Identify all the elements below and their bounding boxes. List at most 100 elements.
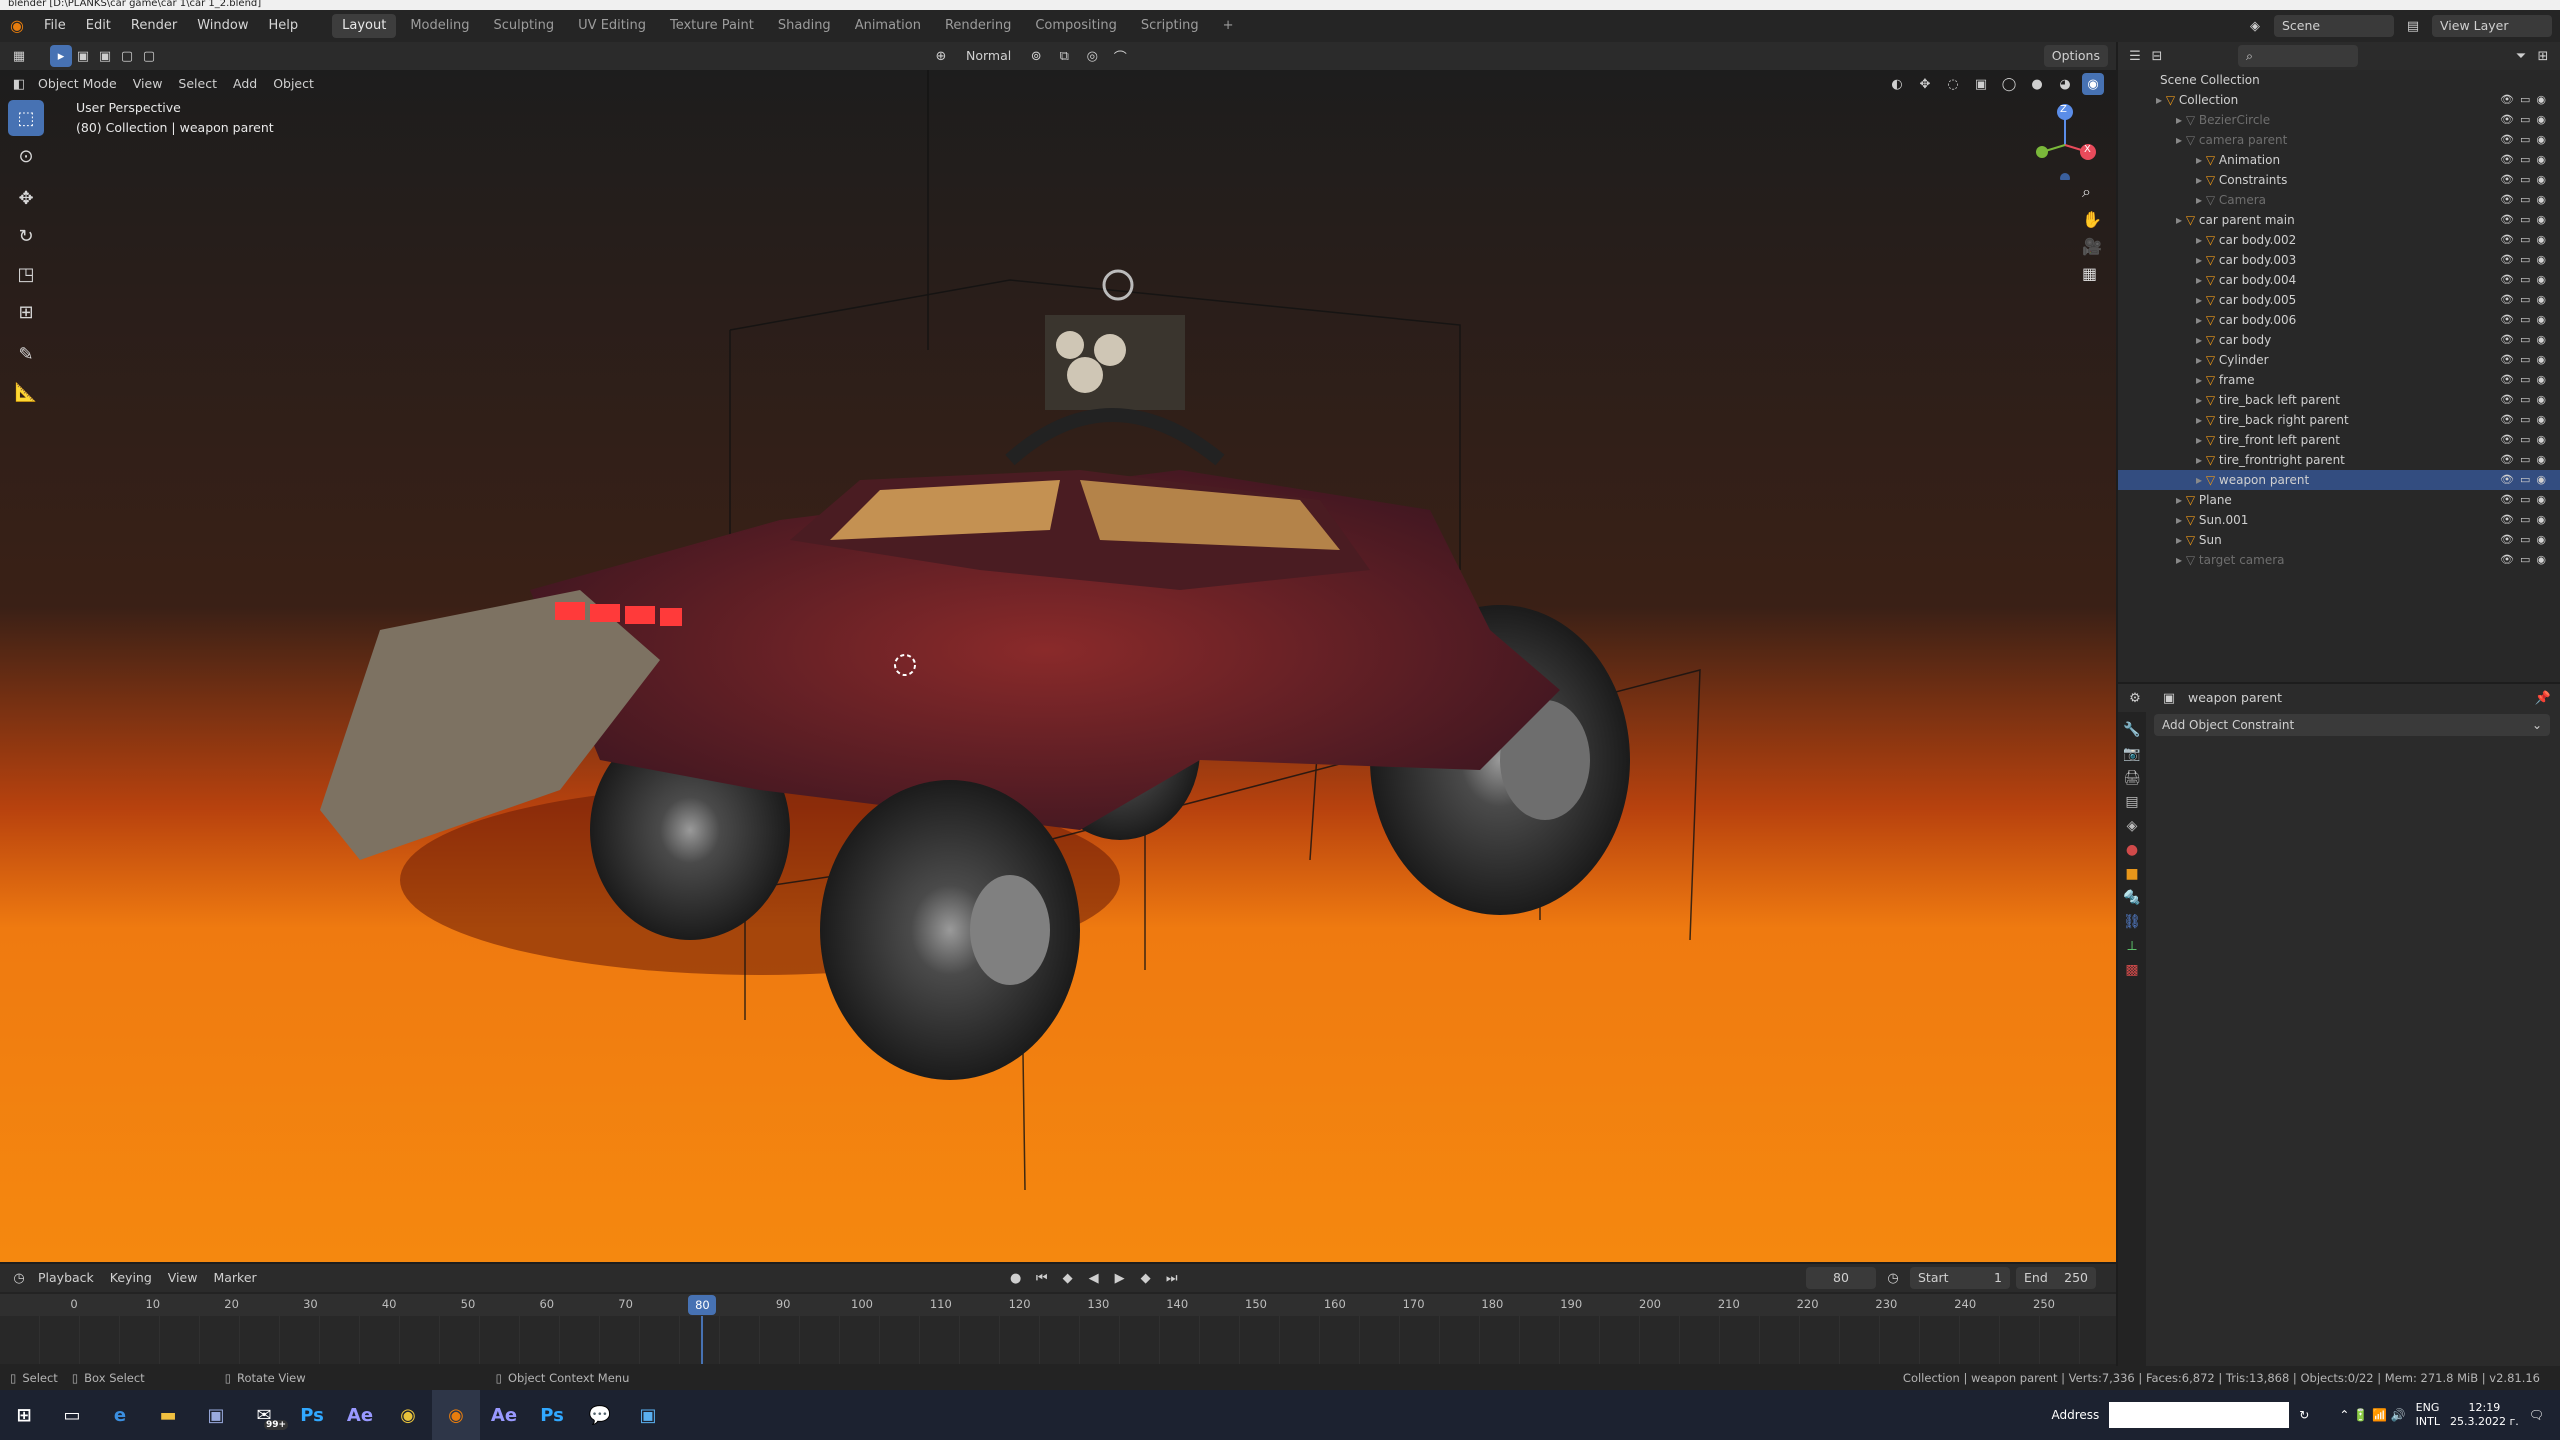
zoom-icon[interactable]: ⌕ bbox=[2082, 182, 2102, 202]
visibility-toggle-icons[interactable]: 👁▭◉ bbox=[2500, 230, 2552, 250]
pin-icon[interactable]: 📌 bbox=[2532, 687, 2554, 709]
outliner-row[interactable]: ▸ ▽ weapon parent 👁▭◉ bbox=[2118, 470, 2560, 490]
scene-tab-icon[interactable]: ◈ bbox=[2127, 818, 2138, 834]
camera-view-icon[interactable]: 🎥 bbox=[2082, 237, 2102, 256]
visibility-toggle-icons[interactable]: 👁▭◉ bbox=[2500, 330, 2552, 350]
expand-arrow-icon[interactable]: ▸ bbox=[2176, 493, 2186, 507]
orientation-dropdown[interactable]: Normal bbox=[958, 45, 1019, 67]
expand-arrow-icon[interactable]: ▸ bbox=[2196, 313, 2206, 327]
outliner-row[interactable]: ▸ ▽ Cylinder 👁▭◉ bbox=[2118, 350, 2560, 370]
outliner-row[interactable]: ▸ ▽ target camera 👁▭◉ bbox=[2118, 550, 2560, 570]
blender-taskbar-icon[interactable]: ◉ bbox=[432, 1390, 480, 1440]
timeline-view-menu[interactable]: View bbox=[160, 1267, 206, 1289]
expand-arrow-icon[interactable]: ▸ bbox=[2196, 453, 2206, 467]
refresh-icon[interactable]: ↻ bbox=[2299, 1408, 2309, 1422]
visibility-toggle-icons[interactable]: 👁▭◉ bbox=[2500, 250, 2552, 270]
outliner-row[interactable]: ▸ ▽ Sun.001 👁▭◉ bbox=[2118, 510, 2560, 530]
material-shading-icon[interactable]: ◕ bbox=[2054, 73, 2076, 95]
tool-tab-icon[interactable]: 🔧 bbox=[2123, 722, 2140, 738]
outliner-row[interactable]: ▸ ▽ car parent main 👁▭◉ bbox=[2118, 210, 2560, 230]
visibility-toggle-icons[interactable]: 👁▭◉ bbox=[2500, 450, 2552, 470]
expand-arrow-icon[interactable]: ▸ bbox=[2176, 133, 2186, 147]
visibility-toggle-icons[interactable]: 👁▭◉ bbox=[2500, 350, 2552, 370]
visibility-toggle-icons[interactable]: 👁▭◉ bbox=[2500, 150, 2552, 170]
visibility-toggle-icons[interactable]: 👁▭◉ bbox=[2500, 310, 2552, 330]
select-extend-icon[interactable]: ▣ bbox=[94, 45, 116, 67]
object-menu[interactable]: Object bbox=[265, 73, 322, 95]
jump-end-icon[interactable]: ⏭ bbox=[1161, 1267, 1183, 1289]
timeline-editor-icon[interactable]: ◷ bbox=[8, 1267, 30, 1289]
expand-arrow-icon[interactable]: ▸ bbox=[2176, 113, 2186, 127]
scale-tool-icon[interactable]: ◳ bbox=[8, 256, 44, 292]
pan-hand-icon[interactable]: ✋ bbox=[2082, 210, 2102, 229]
visibility-toggle-icons[interactable]: 👁▭◉ bbox=[2500, 190, 2552, 210]
expand-arrow-icon[interactable]: ▸ bbox=[2176, 513, 2186, 527]
select-invert-icon[interactable]: ▢ bbox=[138, 45, 160, 67]
falloff-icon[interactable]: ⌒ bbox=[1109, 45, 1131, 67]
play-reverse-icon[interactable]: ◀ bbox=[1083, 1267, 1105, 1289]
render-tab-icon[interactable]: 📷 bbox=[2123, 746, 2140, 762]
options-dropdown[interactable]: Options bbox=[2043, 45, 2108, 67]
language-indicator[interactable]: ENG INTL bbox=[2416, 1401, 2440, 1429]
marker-menu[interactable]: Marker bbox=[205, 1267, 264, 1289]
outliner-row[interactable]: ▸ ▽ Camera 👁▭◉ bbox=[2118, 190, 2560, 210]
tab-animation[interactable]: Animation bbox=[845, 14, 931, 38]
after-effects-2-icon[interactable]: Ae bbox=[480, 1390, 528, 1440]
start-frame-field[interactable]: Start 1 bbox=[1910, 1267, 2010, 1289]
outliner-row[interactable]: ▸ ▽ car body.002 👁▭◉ bbox=[2118, 230, 2560, 250]
tab-uv-editing[interactable]: UV Editing bbox=[568, 14, 656, 38]
data-tab-icon[interactable]: ⟂ bbox=[2127, 938, 2136, 954]
menu-window[interactable]: Window bbox=[187, 10, 258, 42]
wireframe-shading-icon[interactable]: ◯ bbox=[1998, 73, 2020, 95]
keying-menu[interactable]: Keying bbox=[102, 1267, 160, 1289]
visibility-toggle-icons[interactable]: 👁▭◉ bbox=[2500, 390, 2552, 410]
filter-icon[interactable]: ⏷ bbox=[2510, 45, 2532, 67]
prev-key-icon[interactable]: ◆ bbox=[1057, 1267, 1079, 1289]
expand-arrow-icon[interactable]: ▸ bbox=[2196, 373, 2206, 387]
expand-arrow-icon[interactable]: ▸ bbox=[2176, 533, 2186, 547]
scene-collection-row[interactable]: Scene Collection bbox=[2118, 70, 2560, 90]
blender-logo-icon[interactable]: ◉ bbox=[0, 10, 34, 42]
outliner-row[interactable]: ▸ ▽ Constraints 👁▭◉ bbox=[2118, 170, 2560, 190]
texture-tab-icon[interactable]: ▩ bbox=[2125, 962, 2138, 978]
tab-compositing[interactable]: Compositing bbox=[1025, 14, 1127, 38]
outliner-row[interactable]: ▸ ▽ Sun 👁▭◉ bbox=[2118, 530, 2560, 550]
expand-arrow-icon[interactable]: ▸ bbox=[2196, 253, 2206, 267]
expand-arrow-icon[interactable]: ▸ bbox=[2176, 553, 2186, 567]
object-tab-icon[interactable]: ■ bbox=[2125, 866, 2138, 882]
solid-shading-icon[interactable]: ● bbox=[2026, 73, 2048, 95]
outliner-row[interactable]: ▸ ▽ tire_front left parent 👁▭◉ bbox=[2118, 430, 2560, 450]
playhead-marker[interactable]: 80 bbox=[688, 1295, 717, 1315]
outliner-row[interactable]: ▸ ▽ car body.003 👁▭◉ bbox=[2118, 250, 2560, 270]
visibility-toggle-icons[interactable]: 👁▭◉ bbox=[2500, 370, 2552, 390]
add-menu[interactable]: Add bbox=[225, 73, 265, 95]
chrome-icon[interactable]: ◉ bbox=[384, 1390, 432, 1440]
outliner-row[interactable]: ▸ ▽ camera parent 👁▭◉ bbox=[2118, 130, 2560, 150]
outliner-row[interactable]: ▸ ▽ car body.006 👁▭◉ bbox=[2118, 310, 2560, 330]
annotate-tool-icon[interactable]: ✎ bbox=[8, 336, 44, 372]
cursor-tool-icon[interactable]: ⊙ bbox=[8, 138, 44, 174]
select-mode-icon[interactable]: ▸ bbox=[50, 45, 72, 67]
visibility-toggle-icons[interactable]: 👁▭◉ bbox=[2500, 270, 2552, 290]
menu-render[interactable]: Render bbox=[121, 10, 187, 42]
constraint-tab-icon[interactable]: ⛓ bbox=[2123, 914, 2141, 930]
world-tab-icon[interactable]: ● bbox=[2126, 842, 2138, 858]
select-tool-icon[interactable]: ⬚ bbox=[8, 100, 44, 136]
file-explorer-icon[interactable]: ▬ bbox=[144, 1390, 192, 1440]
tab-modeling[interactable]: Modeling bbox=[400, 14, 479, 38]
view-menu[interactable]: View bbox=[125, 73, 171, 95]
new-collection-icon[interactable]: ⊞ bbox=[2532, 45, 2554, 67]
mail-icon[interactable]: ✉ 99+ bbox=[240, 1390, 289, 1440]
expand-arrow-icon[interactable]: ▸ bbox=[2196, 473, 2206, 487]
scene-selector[interactable]: Scene bbox=[2274, 15, 2394, 37]
outliner-row[interactable]: ▸ ▽ Animation 👁▭◉ bbox=[2118, 150, 2560, 170]
modifier-tab-icon[interactable]: 🔩 bbox=[2123, 890, 2140, 906]
add-workspace-button[interactable]: + bbox=[1213, 14, 1244, 38]
jump-start-icon[interactable]: ⏮ bbox=[1031, 1267, 1053, 1289]
expand-arrow-icon[interactable]: ▸ bbox=[2196, 273, 2206, 287]
object-mode-dropdown[interactable]: Object Mode bbox=[30, 73, 125, 95]
visibility-toggle-icons[interactable]: 👁▭◉ bbox=[2500, 490, 2552, 510]
outliner-row[interactable]: ▸ ▽ car body.004 👁▭◉ bbox=[2118, 270, 2560, 290]
outliner-editor-icon[interactable]: ☰ bbox=[2124, 45, 2146, 67]
outliner-row[interactable]: ▸ ▽ car body 👁▭◉ bbox=[2118, 330, 2560, 350]
